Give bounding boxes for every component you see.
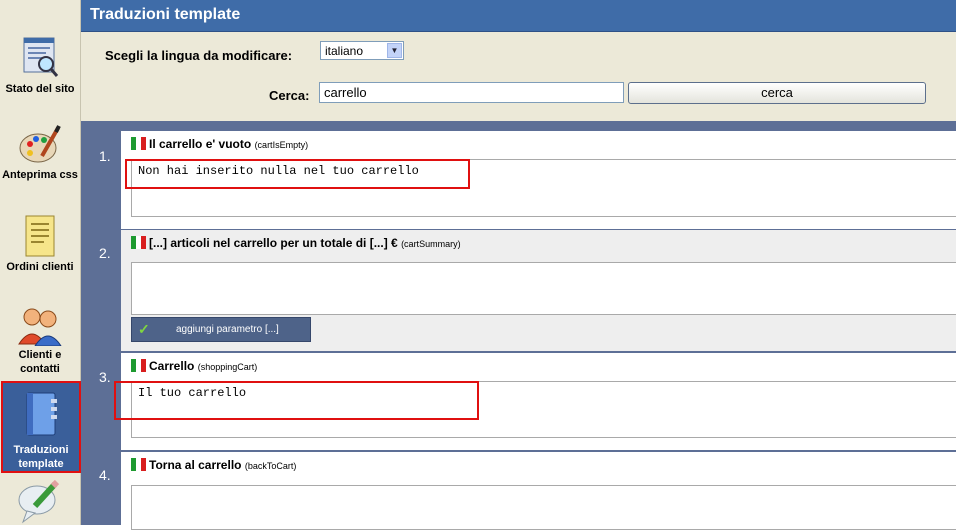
page-header: Traduzioni template [81, 0, 956, 32]
translation-entry: [...] articoli nel carrello per un total… [121, 230, 956, 351]
sidebar-item-clienti-contatti[interactable]: Clienti e contatti [2, 306, 78, 376]
entry-title: [...] articoli nel carrello per un total… [149, 236, 398, 250]
entry-number: 1. [99, 148, 111, 164]
entry-title: Il carrello e' vuoto [149, 137, 252, 151]
entry-title: Carrello [149, 359, 195, 373]
add-parameter-button[interactable]: ✓ aggiungi parametro [...] [131, 317, 311, 342]
sidebar-item-stato-sito[interactable]: Stato del sito [2, 36, 78, 96]
translation-entry: Carrello (shoppingCart) Il tuo carrello [114, 353, 956, 450]
italian-flag-icon [131, 137, 146, 153]
clients-icon [18, 308, 62, 346]
sidebar-item-label: Clienti e contatti [18, 349, 62, 375]
book-icon [26, 392, 57, 436]
entry-key: (shoppingCart) [197, 362, 258, 372]
checkmark-icon: ✓ [138, 321, 150, 337]
sidebar-item-label: Anteprima css [2, 169, 78, 181]
italian-flag-icon [131, 458, 146, 474]
sidebar-item-label: Traduzioni template [13, 444, 69, 470]
sidebar-item-ordini-clienti[interactable]: Ordini clienti [2, 214, 78, 274]
translation-entry: Il carrello e' vuoto (cartIsEmpty) Non h… [121, 131, 956, 229]
sidebar: Stato del sito Anteprima css Ordini clie… [0, 0, 81, 525]
translations-list: 1. Il carrello e' vuoto (cartIsEmpty) No… [81, 121, 956, 530]
language-select[interactable]: italiano ▼ [320, 41, 404, 60]
search-button[interactable]: cerca [628, 82, 926, 104]
sidebar-item-label: Ordini clienti [6, 261, 74, 273]
filter-panel: Scegli la lingua da modificare: italiano… [81, 32, 956, 121]
translation-textarea[interactable] [131, 485, 956, 530]
sidebar-item-label: Stato del sito [5, 83, 75, 95]
palette-icon [19, 125, 61, 163]
add-parameter-label: aggiungi parametro [...] [176, 324, 279, 335]
entry-key: (cartSummary) [401, 239, 461, 249]
language-select-value: italiano [325, 44, 364, 58]
highlight-box [114, 381, 479, 420]
entry-number: 3. [99, 369, 111, 385]
entry-key: (cartIsEmpty) [254, 140, 309, 150]
italian-flag-icon [131, 236, 146, 252]
orders-icon [25, 215, 55, 257]
highlight-box [125, 159, 470, 189]
site-status-icon [23, 37, 59, 77]
entry-header: [...] articoli nel carrello per un total… [131, 236, 461, 252]
sidebar-item-comments[interactable] [2, 478, 78, 526]
page-title: Traduzioni template [90, 6, 241, 23]
entry-key: (backToCart) [244, 461, 297, 471]
speech-bubble-pencil-icon [18, 479, 60, 524]
entry-number: 2. [99, 245, 111, 261]
entry-header: Torna al carrello (backToCart) [131, 458, 296, 474]
sidebar-item-traduzioni-template[interactable]: Traduzioni template [1, 381, 81, 473]
entry-title: Torna al carrello [149, 458, 242, 472]
entry-header: Il carrello e' vuoto (cartIsEmpty) [131, 137, 308, 153]
search-input[interactable] [319, 82, 624, 103]
italian-flag-icon [131, 359, 146, 375]
search-label: Cerca: [269, 88, 310, 103]
translation-textarea[interactable] [131, 262, 956, 315]
entry-header: Carrello (shoppingCart) [131, 359, 257, 375]
chevron-down-icon: ▼ [387, 43, 402, 58]
translation-entry: Torna al carrello (backToCart) [121, 452, 956, 530]
sidebar-item-anteprima-css[interactable]: Anteprima css [2, 124, 78, 182]
language-label: Scegli la lingua da modificare: [105, 48, 293, 63]
entry-number: 4. [99, 467, 111, 483]
